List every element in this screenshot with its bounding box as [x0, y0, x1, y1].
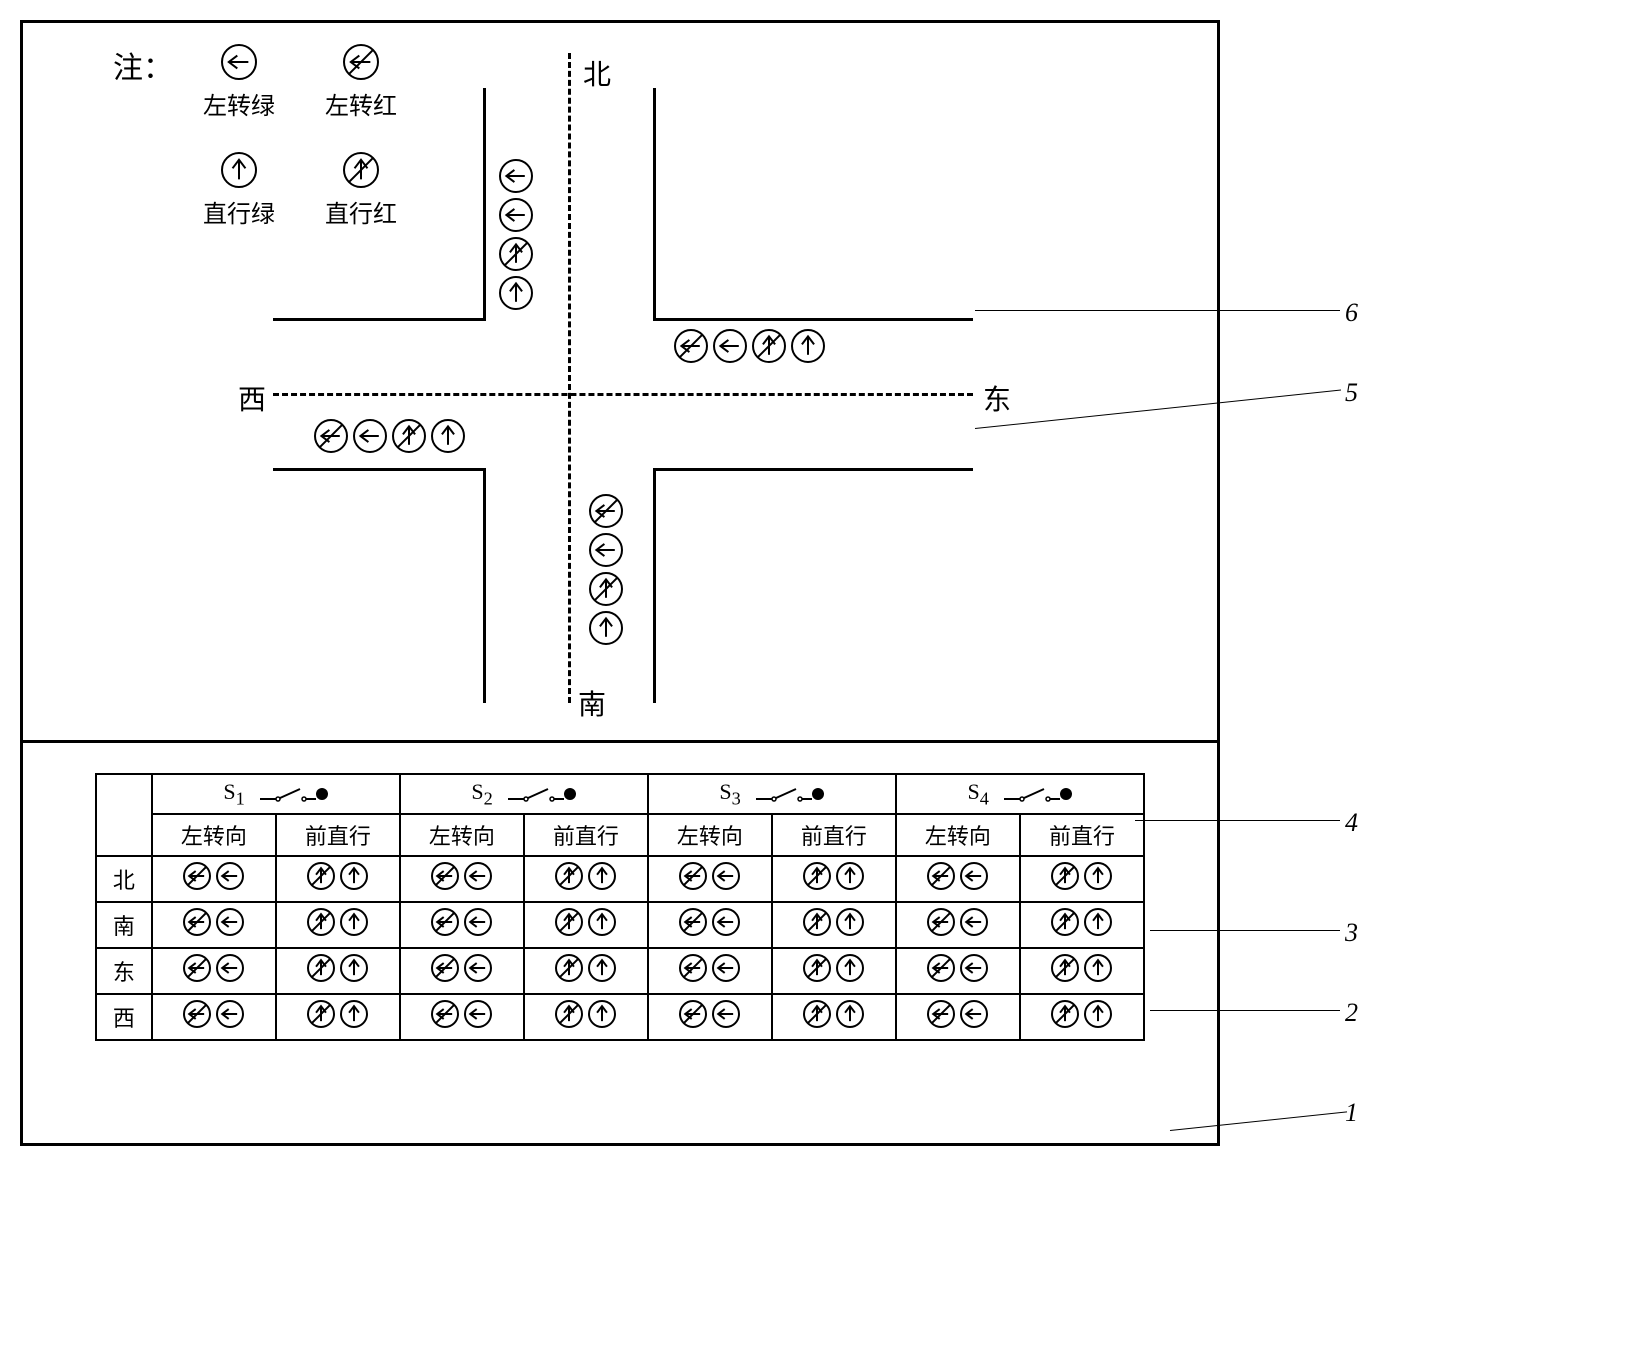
- table-row: 东: [96, 948, 1144, 994]
- left-turn-header: 左转向: [152, 814, 276, 856]
- road-edge: [273, 318, 486, 321]
- callout-2: 2: [1345, 998, 1358, 1028]
- straight-header: 前直行: [1020, 814, 1144, 856]
- road-edge: [653, 468, 656, 703]
- corner-cell: [96, 774, 152, 856]
- signal-cell: [896, 902, 1020, 948]
- road-edge: [483, 88, 486, 318]
- signal-group-south: [588, 493, 624, 646]
- phase-table: S1 S2 S3: [95, 773, 1145, 1041]
- outer-frame: 注： 左转绿 左转红: [20, 20, 1220, 1146]
- intersection-panel: 注： 左转绿 左转红: [23, 23, 1217, 743]
- road-edge: [273, 468, 486, 471]
- straight-header: 前直行: [524, 814, 648, 856]
- signal-cell: [896, 948, 1020, 994]
- signal-cell: [772, 948, 896, 994]
- up-arrow-green-icon: [220, 151, 258, 189]
- signal-cell: [276, 994, 400, 1040]
- switch-icon: [506, 783, 576, 805]
- callout-4: 4: [1345, 808, 1358, 838]
- signal-group-west: [313, 418, 466, 454]
- table-row: 南: [96, 902, 1144, 948]
- signal-cell: [524, 994, 648, 1040]
- dir-cell: 东: [96, 948, 152, 994]
- straight-header: 前直行: [772, 814, 896, 856]
- callout-6: 6: [1345, 298, 1358, 328]
- switch-icon: [754, 783, 824, 805]
- signal-cell: [276, 948, 400, 994]
- callout-5: 5: [1345, 378, 1358, 408]
- signal-cell: [1020, 856, 1144, 902]
- signal-cell: [648, 994, 772, 1040]
- road-edge: [653, 88, 656, 318]
- signal-cell: [276, 856, 400, 902]
- center-line-horizontal: [273, 393, 973, 396]
- callout-3: 3: [1345, 918, 1358, 948]
- phase-s1-header: S1: [152, 774, 400, 814]
- signal-cell: [400, 856, 524, 902]
- signal-cell: [1020, 994, 1144, 1040]
- signal-cell: [524, 948, 648, 994]
- pointer-line: [975, 310, 1340, 311]
- table-row: 西: [96, 994, 1144, 1040]
- left-turn-header: 左转向: [400, 814, 524, 856]
- signal-cell: [1020, 902, 1144, 948]
- table-row: 北: [96, 856, 1144, 902]
- switch-icon: [1002, 783, 1072, 805]
- dir-cell: 北: [96, 856, 152, 902]
- intersection-map: 北 南 东 西: [273, 53, 973, 703]
- signal-cell: [152, 902, 276, 948]
- north-label: 北: [583, 53, 611, 93]
- legend-left-green: 左转绿: [203, 43, 275, 121]
- straight-header: 前直行: [276, 814, 400, 856]
- road-edge: [483, 468, 486, 703]
- signal-cell: [648, 948, 772, 994]
- pointer-line: [1135, 820, 1340, 821]
- signal-cell: [524, 856, 648, 902]
- signal-group-east: [673, 328, 826, 364]
- pointer-line: [1150, 930, 1340, 931]
- left-turn-header: 左转向: [648, 814, 772, 856]
- left-turn-header: 左转向: [896, 814, 1020, 856]
- signal-cell: [152, 856, 276, 902]
- phase-s2-header: S2: [400, 774, 648, 814]
- signal-cell: [276, 902, 400, 948]
- road-edge: [653, 318, 973, 321]
- legend-title: 注：: [113, 43, 173, 87]
- phase-s4-header: S4: [896, 774, 1144, 814]
- legend-straight-green: 直行绿: [203, 151, 275, 229]
- east-label: 东: [983, 378, 1011, 418]
- sub-header-row: 左转向 前直行 左转向 前直行 左转向 前直行 左转向 前直行: [96, 814, 1144, 856]
- signal-cell: [152, 948, 276, 994]
- signal-cell: [772, 902, 896, 948]
- signal-cell: [1020, 948, 1144, 994]
- pointer-line: [1150, 1010, 1340, 1011]
- left-arrow-green-icon: [220, 43, 258, 81]
- signal-cell: [648, 856, 772, 902]
- signal-cell: [400, 948, 524, 994]
- signal-cell: [152, 994, 276, 1040]
- table-body: 北: [96, 856, 1144, 1040]
- signal-cell: [648, 902, 772, 948]
- signal-cell: [896, 856, 1020, 902]
- west-label: 西: [238, 378, 266, 418]
- phase-s3-header: S3: [648, 774, 896, 814]
- phase-table-panel: S1 S2 S3: [23, 743, 1217, 1143]
- phase-header-row: S1 S2 S3: [96, 774, 1144, 814]
- dir-cell: 西: [96, 994, 152, 1040]
- callout-1: 1: [1345, 1098, 1358, 1128]
- switch-icon: [258, 783, 328, 805]
- signal-cell: [400, 902, 524, 948]
- signal-cell: [400, 994, 524, 1040]
- signal-cell: [772, 856, 896, 902]
- diagram-page: 注： 左转绿 左转红: [20, 20, 1620, 1146]
- signal-cell: [524, 902, 648, 948]
- signal-cell: [772, 994, 896, 1040]
- signal-group-north: [498, 158, 534, 311]
- signal-cell: [896, 994, 1020, 1040]
- center-line-vertical: [568, 53, 571, 703]
- dir-cell: 南: [96, 902, 152, 948]
- road-edge: [653, 468, 973, 471]
- south-label: 南: [578, 683, 606, 723]
